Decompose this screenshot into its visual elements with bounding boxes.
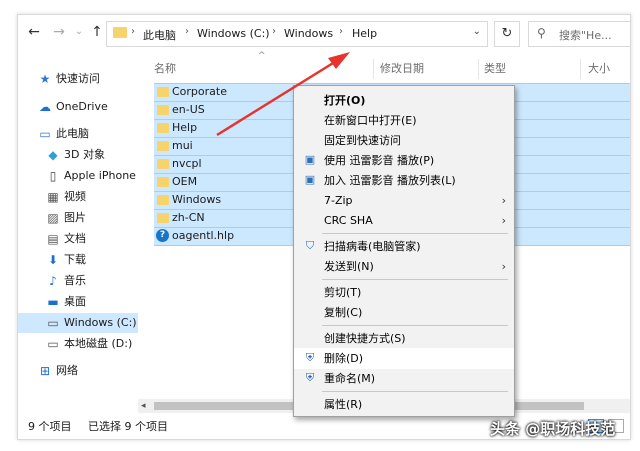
arrow-shaft [216,58,339,137]
watermark: 头条 @职场科技范 [490,420,616,438]
arrow-head [328,52,350,69]
annotation-arrow [216,52,350,137]
